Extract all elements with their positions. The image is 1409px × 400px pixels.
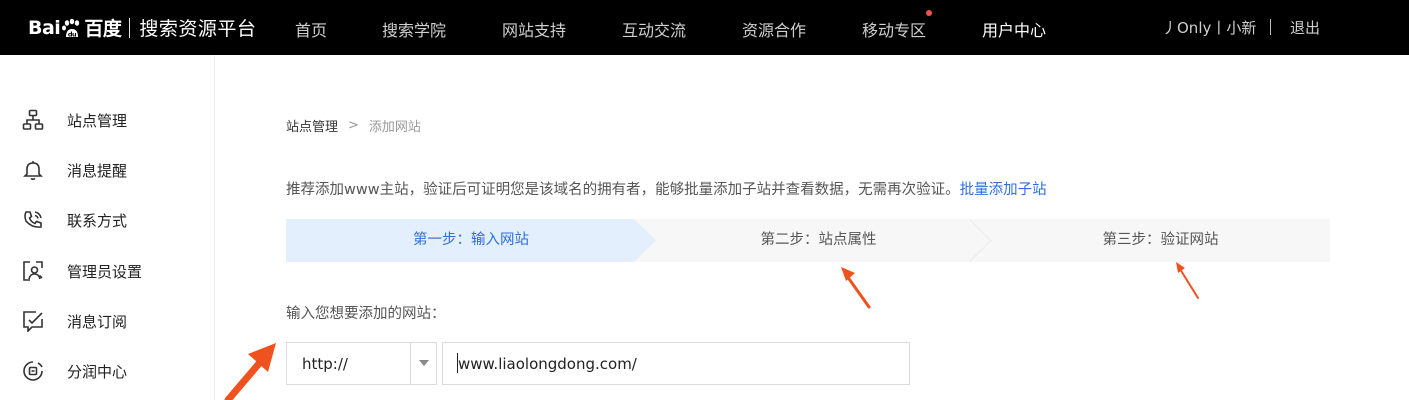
- annotation-arrow-icon: [1176, 262, 1199, 299]
- breadcrumb-parent[interactable]: 站点管理: [286, 116, 338, 135]
- breadcrumb-current: 添加网站: [368, 120, 421, 135]
- logo-text-right: 百度: [84, 18, 122, 40]
- top-navigation-bar: Bai du 百度 搜索资源平台 首页 搜索学院 网站支持 互动交流 资源合作 …: [0, 0, 1409, 55]
- annotation-arrow-icon: [224, 343, 276, 400]
- protocol-select-value: http://: [302, 355, 348, 373]
- nav-user-center[interactable]: 用户中心: [982, 17, 1046, 41]
- sidebar-item-label: 消息订阅: [67, 312, 128, 331]
- nav-mobile-zone[interactable]: 移动专区: [862, 17, 926, 41]
- sidebar-item-label: 分润中心: [67, 362, 128, 381]
- logo-mark: Bai du 百度: [28, 14, 122, 41]
- nav-resource-cooperation[interactable]: 资源合作: [742, 17, 806, 41]
- paw-logo-icon: du: [61, 18, 83, 38]
- sidebar-item-label: 联系方式: [67, 211, 128, 230]
- sidebar: 站点管理 消息提醒 联系方式 管理员设置 消息订阅 分润中心: [0, 55, 215, 400]
- sidebar-item-label: 管理员设置: [67, 262, 143, 281]
- sidebar-item-revenue-center[interactable]: 分润中心: [22, 359, 127, 383]
- nav-search-academy[interactable]: 搜索学院: [382, 17, 446, 41]
- sidebar-item-message-subscription[interactable]: 消息订阅: [22, 309, 127, 333]
- nav-community[interactable]: 互动交流: [622, 17, 686, 41]
- user-divider: [1270, 19, 1271, 35]
- sidebar-item-site-management[interactable]: 站点管理: [22, 108, 127, 132]
- revenue-icon: [22, 360, 44, 382]
- step-1-enter-site: 第一步：输入网站: [286, 219, 656, 262]
- step-3-verify-site: 第三步：验证网站: [1102, 232, 1219, 248]
- protocol-select[interactable]: http://: [286, 342, 437, 385]
- user-name-link[interactable]: 丿Only丨小新: [1162, 17, 1256, 38]
- text-cursor: [457, 353, 458, 373]
- admin-user-icon: [22, 260, 44, 282]
- select-divider: [410, 343, 411, 384]
- nav-site-support[interactable]: 网站支持: [502, 17, 566, 41]
- svg-text:du: du: [68, 30, 77, 38]
- add-site-tip: 推荐添加www主站，验证后可证明您是该域名的拥有者，能够批量添加子站并查看数据，…: [286, 178, 1047, 199]
- step-progress-bar: 第一步：输入网站 第二步：站点属性 第三步：验证网站: [286, 219, 1330, 262]
- url-field-label: 输入您想要添加的网站：: [286, 306, 446, 322]
- step-2-site-attributes: 第二步：站点属性: [760, 232, 877, 248]
- logo-text-left: Bai: [28, 16, 61, 39]
- annotation-arrow-icon: [841, 267, 871, 309]
- sidebar-item-label: 消息提醒: [67, 161, 128, 180]
- sitemap-icon: [22, 109, 44, 131]
- phone-icon: [22, 209, 44, 231]
- sidebar-item-message-alerts[interactable]: 消息提醒: [22, 158, 127, 182]
- step-separator-chevron: [969, 219, 992, 262]
- tip-text: 推荐添加www主站，验证后可证明您是该域名的拥有者，能够批量添加子站并查看数据，…: [286, 182, 960, 198]
- baidu-logo[interactable]: Bai du 百度 搜索资源平台: [28, 0, 256, 55]
- subscribe-check-icon: [22, 310, 44, 333]
- bell-icon: [22, 159, 44, 181]
- new-indicator-dot: [926, 10, 932, 16]
- breadcrumb: 站点管理 > 添加网站: [286, 116, 421, 135]
- breadcrumb-separator: >: [348, 118, 359, 133]
- sidebar-item-contact[interactable]: 联系方式: [22, 208, 127, 232]
- sidebar-item-label: 站点管理: [67, 111, 128, 130]
- nav-home[interactable]: 首页: [295, 17, 327, 41]
- batch-add-subsite-link[interactable]: 批量添加子站: [960, 182, 1047, 198]
- site-url-input[interactable]: [442, 342, 910, 385]
- chevron-down-icon[interactable]: [419, 360, 429, 366]
- sidebar-item-admin-settings[interactable]: 管理员设置: [22, 259, 142, 283]
- logo-divider: [129, 17, 131, 38]
- platform-name: 搜索资源平台: [139, 18, 257, 40]
- logout-link[interactable]: 退出: [1290, 17, 1320, 38]
